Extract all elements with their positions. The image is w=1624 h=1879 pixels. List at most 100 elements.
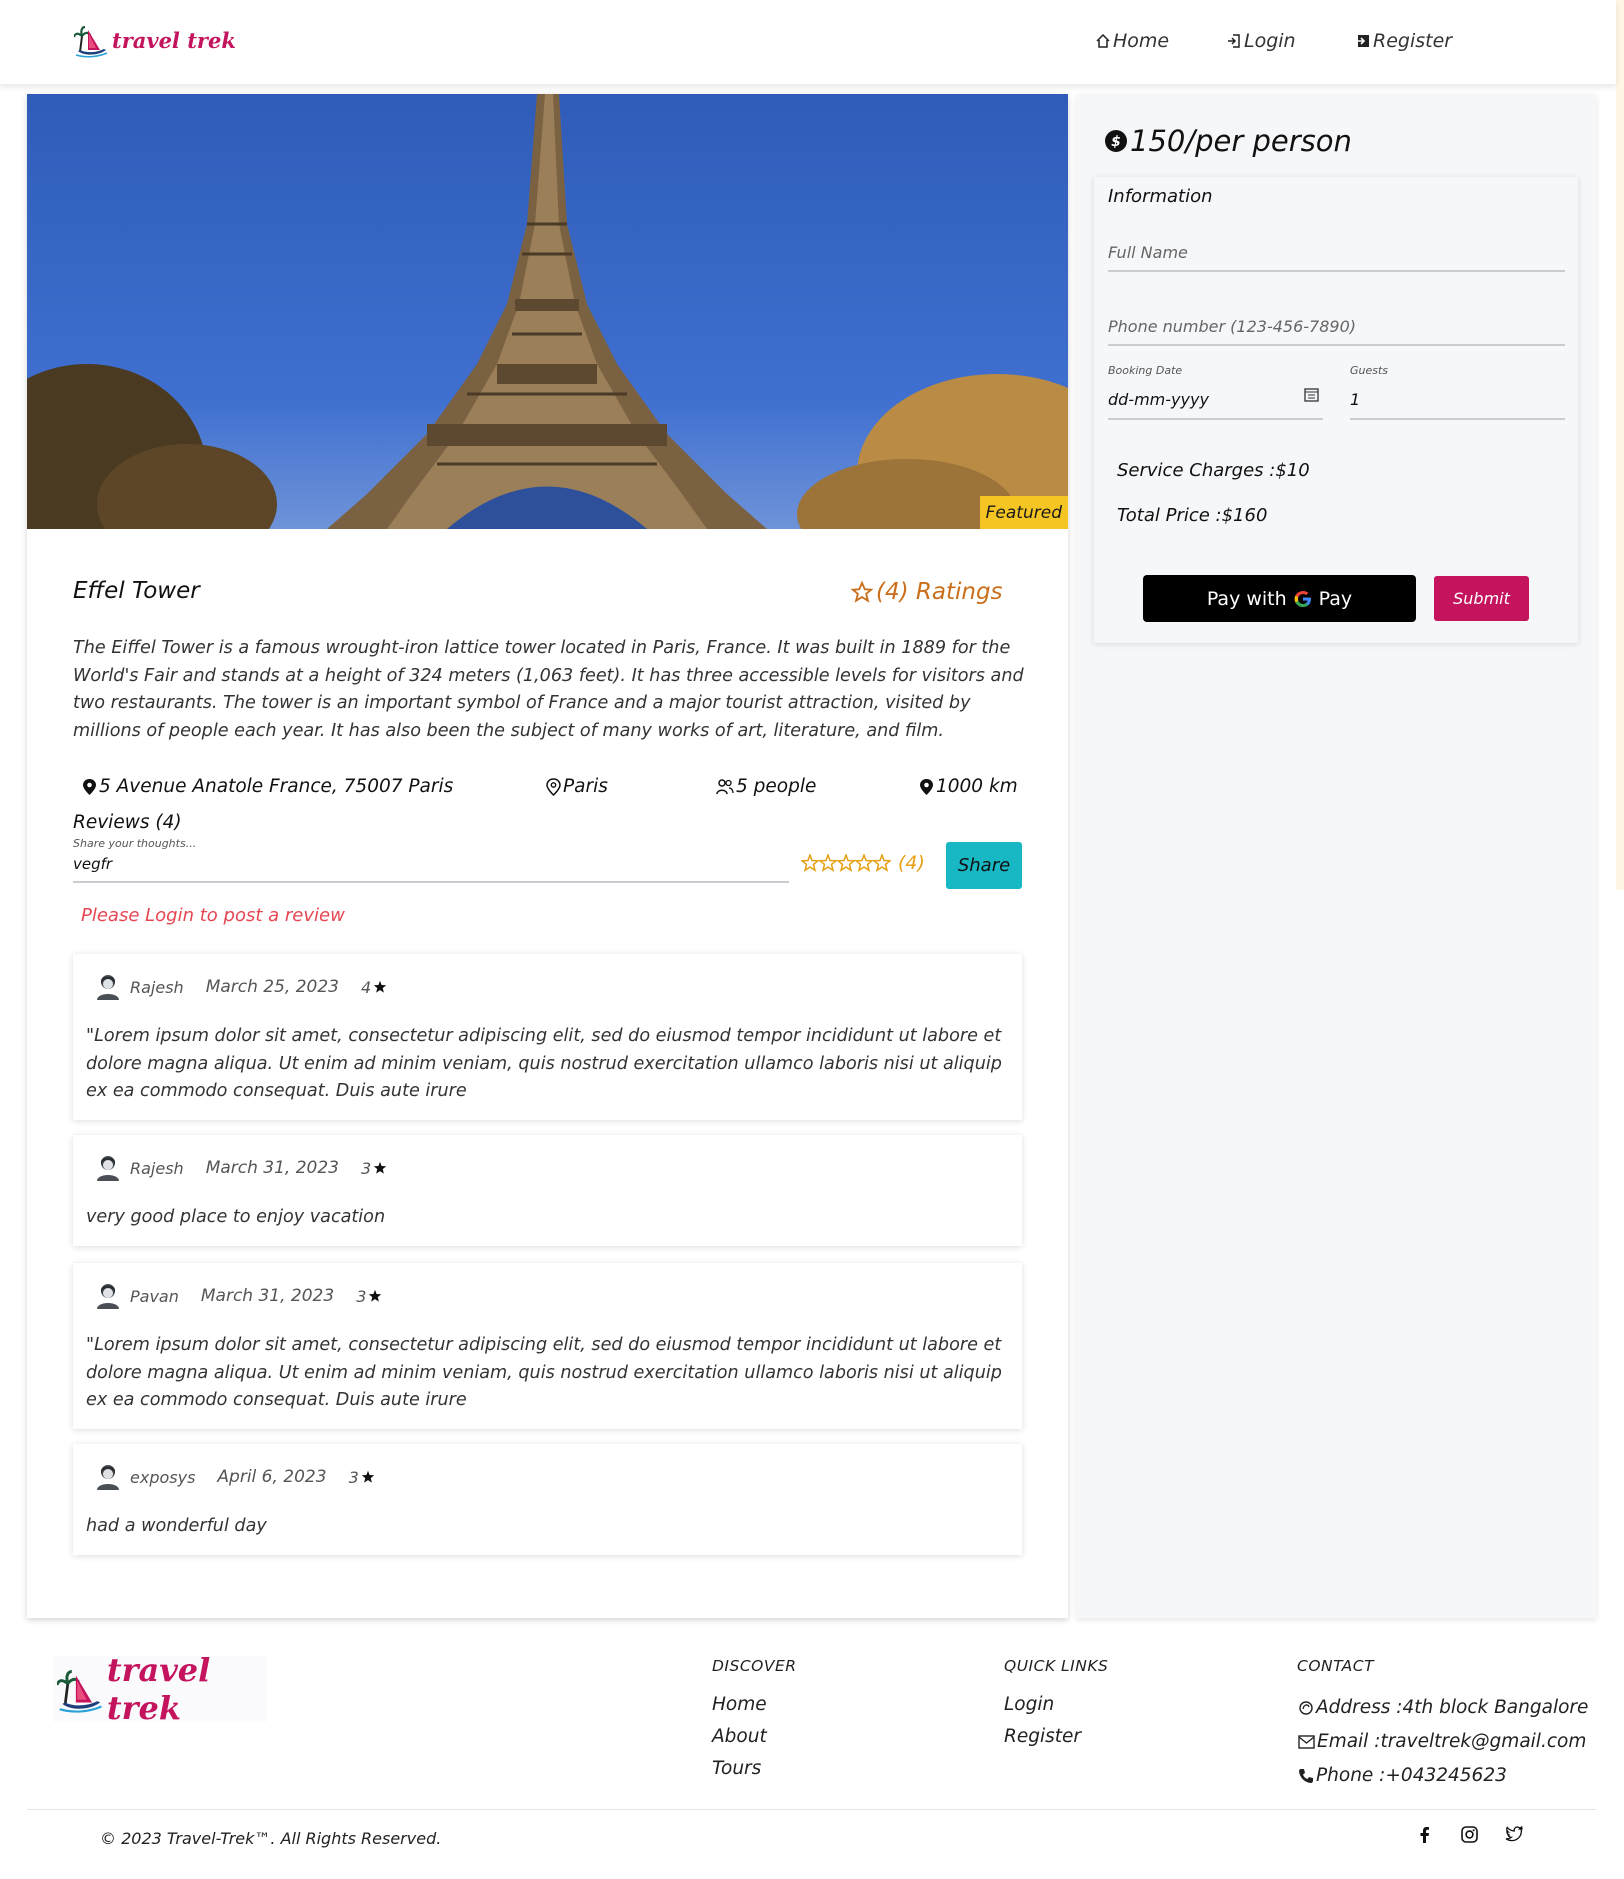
site-logo[interactable]: travel trek — [74, 22, 236, 58]
user-avatar-icon — [97, 975, 119, 1000]
footer-link-register[interactable]: Register — [1004, 1726, 1081, 1747]
copyright-text: © 2023 Travel-Trek™. All Rights Reserved… — [100, 1829, 442, 1848]
twitter-icon — [1505, 1826, 1523, 1842]
tour-distance-text: 1000 km — [936, 776, 1018, 797]
review-header: exposys April 6, 2023 3 — [96, 1463, 385, 1491]
footer-divider — [27, 1809, 1596, 1810]
phone-input[interactable] — [1108, 308, 1565, 346]
tour-address: 5 Avenue Anatole France, 75007 Paris — [82, 776, 453, 797]
star-filled-icon — [369, 1289, 382, 1302]
user-avatar-icon — [97, 1156, 119, 1181]
review-card: exposys April 6, 2023 3 had a wonderful … — [73, 1444, 1022, 1555]
nav-home-label: Home — [1113, 30, 1170, 52]
star-filled-icon — [361, 1470, 374, 1483]
tour-price-text: 150/per person — [1130, 124, 1352, 158]
share-review-button[interactable]: Share — [946, 842, 1022, 889]
review-rating: 3 — [356, 1286, 367, 1306]
review-input[interactable] — [73, 851, 789, 883]
user-avatar-icon — [97, 1284, 119, 1309]
email-icon — [1298, 1734, 1315, 1749]
svg-text:$: $ — [1111, 134, 1121, 150]
instagram-link[interactable] — [1461, 1826, 1478, 1843]
booking-date-input[interactable] — [1108, 381, 1323, 420]
review-card: Rajesh March 25, 2023 4 "Lorem ipsum dol… — [73, 954, 1022, 1120]
footer-phone-text: Phone :+043245623 — [1316, 1765, 1507, 1786]
gpay-brand: Pay — [1318, 587, 1353, 610]
footer-quick-links-title: QUICK LINKS — [1004, 1657, 1109, 1675]
review-card: Rajesh March 31, 2023 3 very good place … — [73, 1135, 1022, 1246]
footer-logo[interactable]: travel trek — [53, 1651, 267, 1727]
footer-phone: Phone :+043245623 — [1298, 1765, 1507, 1786]
five-star-outline-icon[interactable] — [801, 854, 891, 872]
google-pay-button[interactable]: Pay with Pay — [1143, 575, 1416, 622]
twitter-link[interactable] — [1505, 1826, 1523, 1842]
site-header: travel trek Home Login Register — [0, 0, 1616, 84]
guests-label: Guests — [1350, 364, 1389, 377]
palm-boat-logo-icon — [57, 1670, 102, 1713]
review-text: "Lorem ipsum dolor sit amet, consectetur… — [86, 1026, 1002, 1101]
dollar-circle-icon: $ — [1105, 130, 1127, 152]
review-date: March 31, 2023 — [205, 1158, 339, 1178]
full-name-input[interactable] — [1108, 234, 1565, 272]
guests-input[interactable] — [1350, 381, 1565, 420]
tour-description: The Eiffel Tower is a famous wrought-iro… — [73, 638, 1024, 741]
tour-group-size: 5 people — [716, 776, 816, 797]
review-star-selector[interactable]: (4) — [801, 852, 925, 874]
people-icon — [716, 778, 734, 794]
tour-price: $ 150/per person — [1104, 124, 1352, 158]
footer-logo-text: travel trek — [106, 1651, 211, 1727]
ratings-text: (4) Ratings — [876, 579, 1003, 605]
star-filled-icon — [373, 1161, 387, 1174]
nav-home[interactable]: Home — [1095, 30, 1169, 52]
star-filled-icon — [373, 980, 387, 993]
page-edge — [1616, 0, 1624, 890]
review-user: Rajesh — [130, 977, 184, 997]
login-warning[interactable]: Please Login to post a review — [81, 905, 345, 926]
footer-link-about[interactable]: About — [712, 1726, 767, 1747]
featured-badge: Featured — [979, 496, 1068, 529]
facebook-icon — [1420, 1827, 1429, 1843]
footer-email: Email :traveltrek@gmail.com — [1298, 1731, 1586, 1752]
tour-city: Paris — [546, 776, 608, 797]
review-user: exposys — [130, 1467, 196, 1487]
review-user: Pavan — [130, 1286, 179, 1306]
nav-login-label: Login — [1244, 30, 1296, 52]
nav-login[interactable]: Login — [1226, 30, 1296, 52]
tour-group-size-text: 5 people — [736, 776, 817, 797]
palm-boat-logo-icon — [74, 25, 108, 58]
review-rating: 3 — [348, 1467, 359, 1487]
eiffel-tower-photo-icon — [27, 94, 1068, 529]
review-header: Rajesh March 31, 2023 3 — [96, 1154, 397, 1182]
submit-booking-button[interactable]: Submit — [1434, 576, 1529, 621]
home-icon — [1096, 33, 1110, 48]
facebook-link[interactable] — [1417, 1826, 1431, 1844]
review-date: April 6, 2023 — [217, 1467, 327, 1487]
review-date: March 31, 2023 — [200, 1286, 335, 1306]
map-pin-outline-icon — [546, 777, 561, 796]
google-g-icon — [1294, 590, 1311, 607]
footer-link-login[interactable]: Login — [1004, 1694, 1054, 1715]
review-rating: 3 — [361, 1158, 372, 1178]
footer-link-home[interactable]: Home — [712, 1694, 767, 1715]
tour-address-text: 5 Avenue Anatole France, 75007 Paris — [99, 776, 454, 797]
calendar-icon[interactable] — [1304, 387, 1319, 402]
register-icon — [1356, 35, 1369, 47]
tour-distance: 1000 km — [919, 776, 1018, 797]
booking-info-title: Information — [1108, 186, 1213, 207]
service-charges: Service Charges :$10 — [1117, 460, 1310, 481]
footer-link-tours[interactable]: Tours — [712, 1758, 761, 1779]
footer-contact-title: CONTACT — [1297, 1657, 1375, 1675]
booking-date-label: Booking Date — [1108, 364, 1183, 377]
distance-pin-icon — [920, 778, 933, 795]
review-text: "Lorem ipsum dolor sit amet, consectetur… — [86, 1335, 1002, 1410]
nav-register[interactable]: Register — [1355, 30, 1452, 52]
phone-icon — [1299, 1768, 1313, 1783]
review-rating: 4 — [361, 977, 372, 997]
tour-title: Effel Tower — [73, 578, 200, 604]
review-star-count: (4) — [898, 852, 925, 874]
review-header: Rajesh March 25, 2023 4 — [96, 973, 397, 1001]
footer-address-text: Address :4th block Bangalore — [1316, 1697, 1589, 1718]
review-user: Rajesh — [130, 1158, 184, 1178]
gpay-label: Pay with — [1206, 587, 1287, 610]
review-input-label: Share your thoughts... — [73, 837, 197, 850]
